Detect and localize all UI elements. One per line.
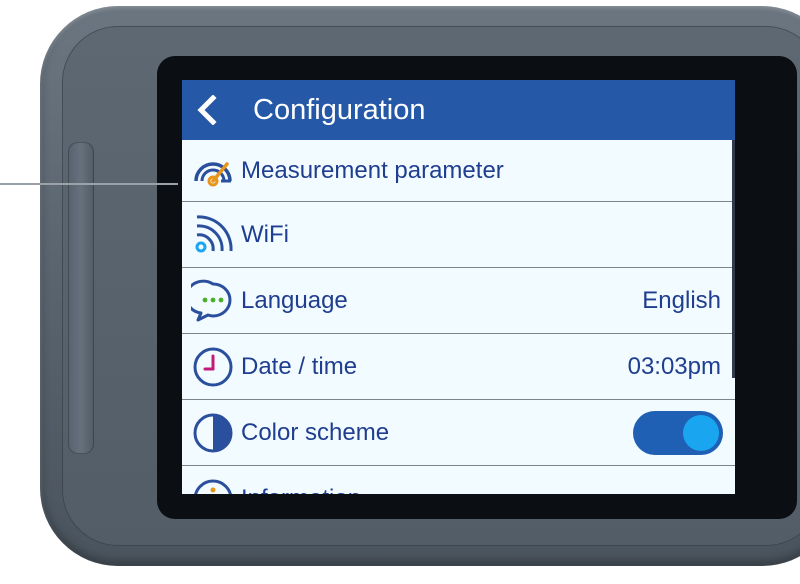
menu-item-label: Measurement parameter: [241, 156, 504, 184]
menu-item-label: WiFi: [241, 220, 289, 248]
back-button[interactable]: [182, 80, 232, 140]
gauge-icon: [191, 149, 235, 193]
menu-item-label: Date / time: [241, 352, 358, 380]
callout-line: [0, 183, 178, 185]
menu-item-measurement-parameter[interactable]: Measurement parameter: [182, 140, 735, 202]
clock-icon: [191, 345, 235, 389]
menu-item-language[interactable]: Language English: [182, 268, 735, 334]
language-value: English: [642, 286, 721, 314]
menu-item-information[interactable]: Information: [182, 466, 735, 494]
toggle-knob: [683, 414, 719, 451]
contrast-icon: [191, 411, 235, 455]
header-bar: Configuration: [182, 80, 735, 140]
menu-item-date-time[interactable]: Date / time 03:03pm: [182, 334, 735, 400]
device-screen: Configuration Measurement parameter WiFi: [182, 80, 735, 494]
time-value: 03:03pm: [627, 352, 721, 380]
menu-item-label: Language: [241, 286, 348, 314]
chevron-left-icon: [197, 95, 217, 125]
menu-item-wifi[interactable]: WiFi: [182, 202, 735, 268]
speech-bubble-icon: [191, 279, 235, 323]
page-title: Configuration: [253, 93, 426, 126]
scrollbar[interactable]: [732, 140, 735, 378]
info-icon: [191, 477, 235, 494]
menu-item-label: Color scheme: [241, 418, 390, 446]
color-scheme-toggle[interactable]: [633, 410, 723, 455]
side-button[interactable]: [68, 142, 94, 454]
menu-item-label: Information: [241, 485, 361, 494]
wifi-icon: [191, 213, 235, 257]
menu-item-color-scheme[interactable]: Color scheme: [182, 400, 735, 466]
